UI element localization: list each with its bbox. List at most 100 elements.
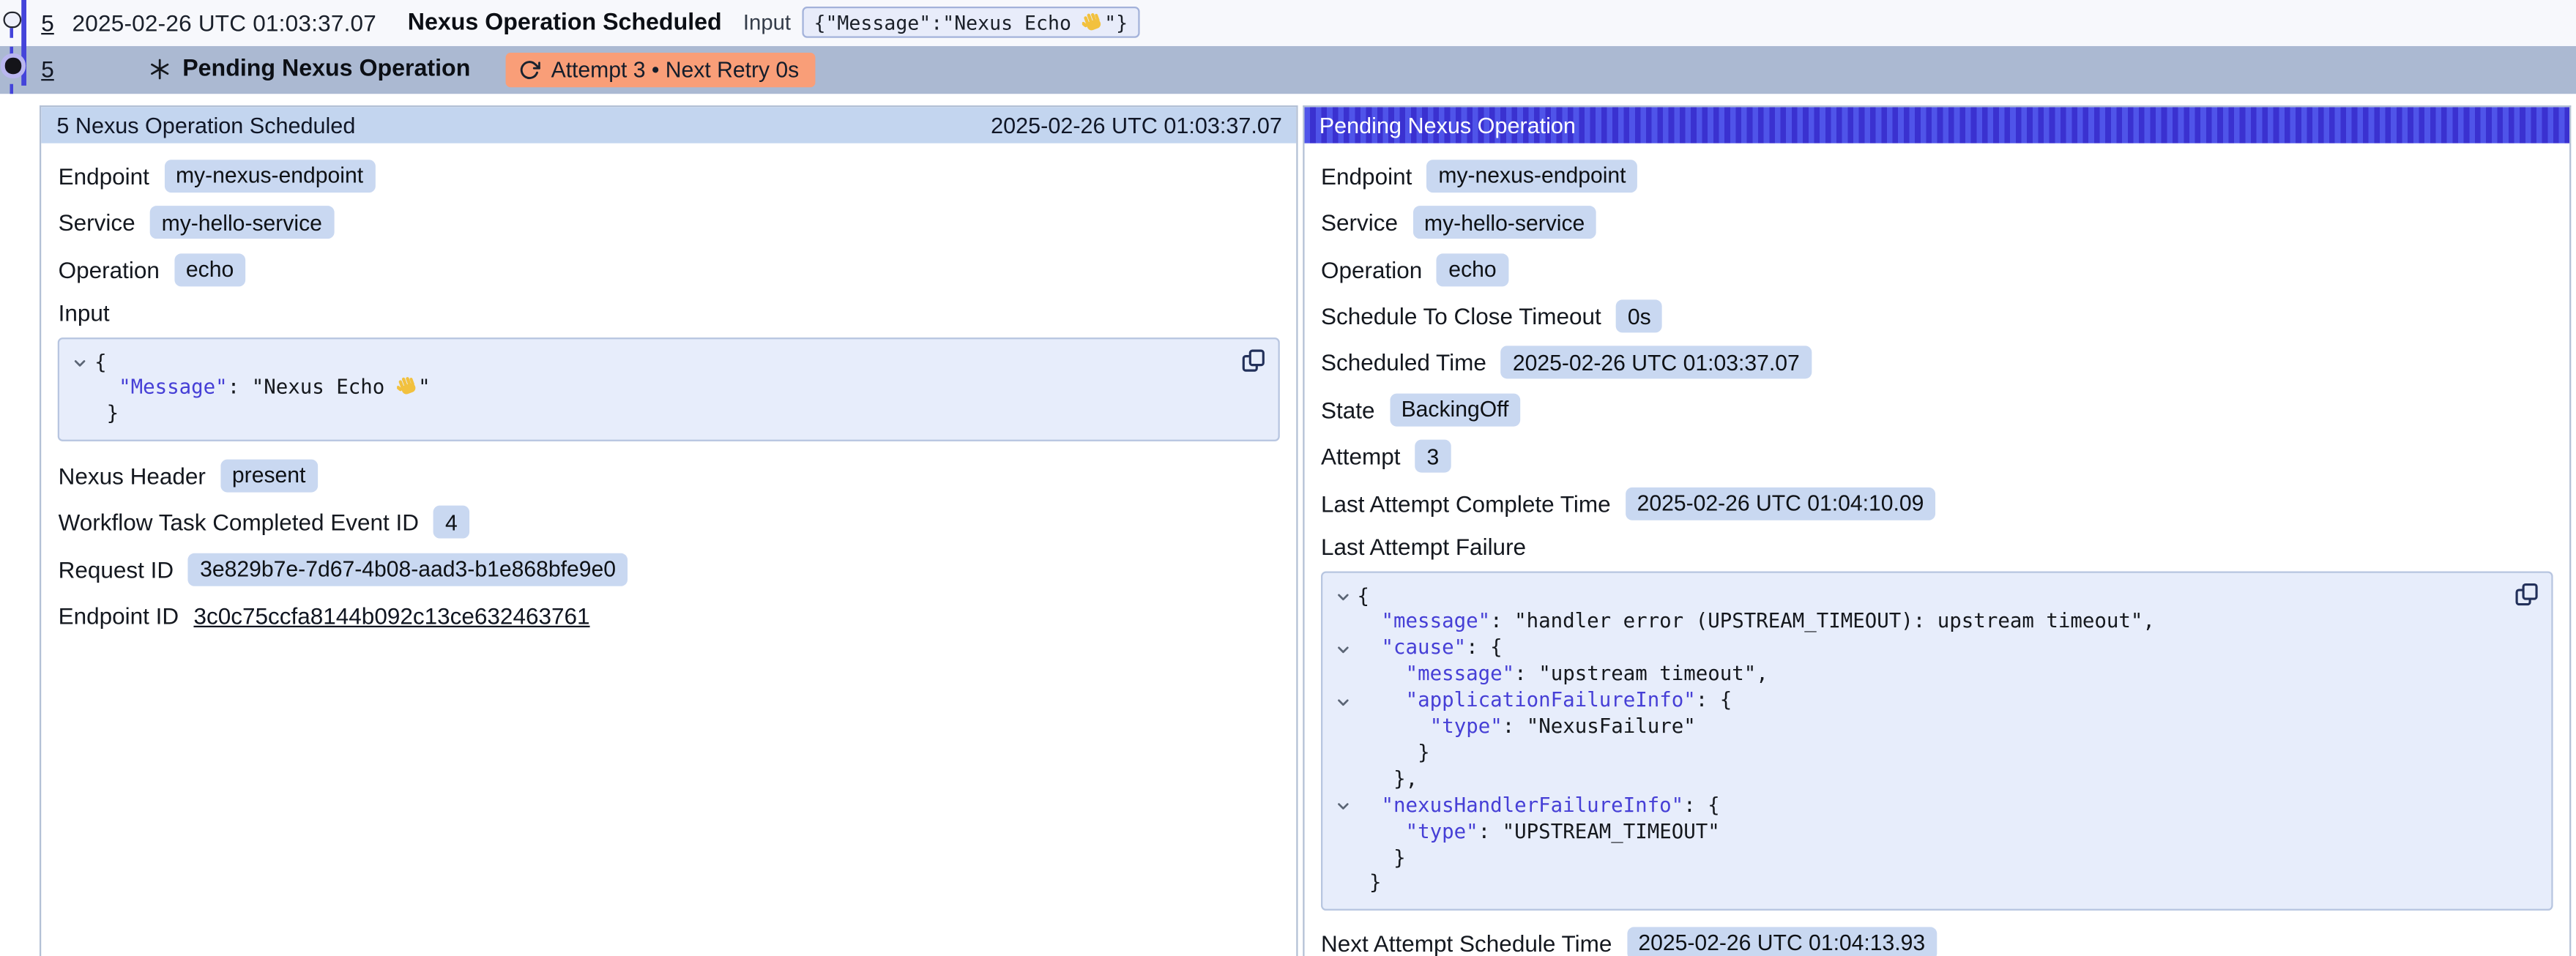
code-line: }, [1336,767,2502,793]
code-line-text: "type": "NexusFailure" [1358,714,1696,741]
code-line: } [73,403,1229,429]
field-value-badge: 3 [1415,440,1451,473]
collapse-chevron-icon[interactable] [1336,583,1357,604]
field-row-last-attempt-complete-time: Last Attempt Complete Time 2025-02-26 UT… [1321,486,2553,520]
code-gutter [73,403,94,408]
code-line-text: "Message": "Nexus Echo " [94,376,430,403]
collapse-chevron-icon[interactable] [1336,793,1357,814]
code-line: } [1336,872,2502,898]
field-value-badge: 0s [1616,300,1662,333]
code-gutter [1336,872,1357,878]
event-history-view: 5 2025-02-26 UTC 01:03:37.07 Nexus Opera… [0,0,2576,956]
last-attempt-failure-json-block: {"message": "handler error (UPSTREAM_TIM… [1321,570,2553,911]
code-line: "Message": "Nexus Echo " [73,376,1229,403]
code-gutter [73,376,94,382]
code-line: "cause": { [1336,636,2502,662]
field-row-scheduled-time: Scheduled Time 2025-02-26 UTC 01:03:37.0… [1321,346,2553,380]
field-label: Operation [1321,256,1422,283]
field-row-endpoint-id: Endpoint ID 3c0c75ccfa8144b092c13ce63246… [59,599,1281,633]
code-line-text: "type": "UPSTREAM_TIMEOUT" [1358,819,1720,845]
code-line-text: } [1358,741,1430,767]
panel-title: Pending Nexus Operation [1319,113,1576,138]
code-gutter [1336,610,1357,616]
endpoint-id-link[interactable]: 3c0c75ccfa8144b092c13ce632463761 [193,602,589,629]
failure-section-label: Last Attempt Failure [1321,533,2553,562]
field-row-request-id: Request ID 3e829b7e-7d67-4b08-aad3-b1e86… [59,552,1281,586]
timeline-active-bar [21,0,26,86]
collapse-chevron-icon[interactable] [1336,636,1357,657]
event-title: Nexus Operation Scheduled [408,10,722,36]
code-line: } [1336,741,2502,767]
code-line: "nexusHandlerFailureInfo": { [1336,793,2502,820]
pending-panel-header: Pending Nexus Operation [1305,108,2570,143]
event-title: Pending Nexus Operation [182,56,470,83]
code-line-text: "cause": { [1358,636,1503,662]
timeline-open-circle-icon [3,11,21,29]
copy-icon[interactable] [1241,347,1267,373]
field-value-badge: 4 [433,506,469,539]
code-line: "applicationFailureInfo": { [1336,689,2502,715]
input-label: Input [743,10,791,35]
field-row-nexus-header: Nexus Header present [59,458,1281,493]
pending-operation-panel: Pending Nexus Operation Endpoint my-nexu… [1303,106,2571,956]
event-row-scheduled[interactable]: 5 2025-02-26 UTC 01:03:37.07 Nexus Opera… [0,0,2576,45]
code-line: "type": "UPSTREAM_TIMEOUT" [1336,819,2502,845]
code-line-text: "nexusHandlerFailureInfo": { [1358,793,1720,820]
event-timestamp: 2025-02-26 UTC 01:03:37.07 [72,10,377,36]
retry-icon [518,59,540,80]
field-label: Next Attempt Schedule Time [1321,930,1612,956]
code-gutter [1336,662,1357,668]
code-line: "message": "upstream timeout", [1336,662,2502,689]
waving-hand-emoji [1083,11,1104,32]
field-value-badge: my-nexus-endpoint [1427,160,1638,193]
retry-status-chip: Attempt 3 • Next Retry 0s [505,52,816,86]
code-line-text: } [94,403,119,429]
app-viewport: 5 2025-02-26 UTC 01:03:37.07 Nexus Opera… [0,0,2576,956]
code-gutter [1336,845,1357,851]
code-line-text: "applicationFailureInfo": { [1358,689,1732,715]
field-value-badge: 2025-02-26 UTC 01:04:13.93 [1627,927,1937,956]
field-value-badge: 2025-02-26 UTC 01:04:10.09 [1626,487,1935,520]
field-row-state: State BackingOff [1321,392,2553,427]
field-value-badge: 2025-02-26 UTC 01:03:37.07 [1501,346,1811,379]
code-gutter [1336,714,1357,720]
field-label: Request ID [59,556,174,582]
field-label: Nexus Header [59,463,206,489]
input-preview-chip[interactable]: {"Message":"Nexus Echo "} [803,7,1139,39]
field-label: Service [59,209,135,236]
code-line: "message": "handler error (UPSTREAM_TIME… [1336,610,2502,636]
collapse-chevron-icon[interactable] [1336,689,1357,709]
panel-timestamp: 2025-02-26 UTC 01:03:37.07 [991,113,1282,138]
field-value-badge: my-hello-service [1412,206,1596,239]
code-gutter [1336,741,1357,747]
retry-text: Attempt 3 • Next Retry 0s [551,57,800,82]
code-line: { [1336,583,2502,610]
code-line-text: }, [1358,767,1418,793]
code-line-text: { [94,350,107,376]
field-value-badge: 3e829b7e-7d67-4b08-aad3-b1e868bfe9e0 [188,553,627,586]
field-value-badge: BackingOff [1390,393,1520,426]
code-line-text: } [1358,845,1406,872]
event-id-link[interactable]: 5 [41,10,54,36]
field-label: Schedule To Close Timeout [1321,303,1601,329]
code-line-text: "message": "handler error (UPSTREAM_TIME… [1358,610,2155,636]
field-row-service: Service my-hello-service [59,206,1281,240]
field-row-operation: Operation echo [1321,253,2553,287]
collapse-chevron-icon[interactable] [73,350,94,370]
field-label: Service [1321,209,1398,236]
panel-title: 5 Nexus Operation Scheduled [56,113,355,138]
field-value-badge: echo [1437,253,1508,286]
event-row-pending[interactable]: 5 Pending Nexus Operation Attempt 3 • Ne… [0,45,2576,94]
field-label: Endpoint [59,163,149,189]
field-label: Attempt [1321,444,1401,470]
copy-icon[interactable] [2514,580,2540,607]
code-gutter [1336,819,1357,825]
field-value-badge: echo [174,253,245,286]
field-row-schedule-to-close-timeout: Schedule To Close Timeout 0s [1321,299,2553,333]
event-id-link[interactable]: 5 [41,56,54,83]
field-label: State [1321,397,1375,423]
field-row-wft-completed-event-id: Workflow Task Completed Event ID 4 [59,505,1281,539]
code-line: { [73,350,1229,376]
input-section-label: Input [59,299,1281,328]
code-line-text: { [1358,583,1370,610]
